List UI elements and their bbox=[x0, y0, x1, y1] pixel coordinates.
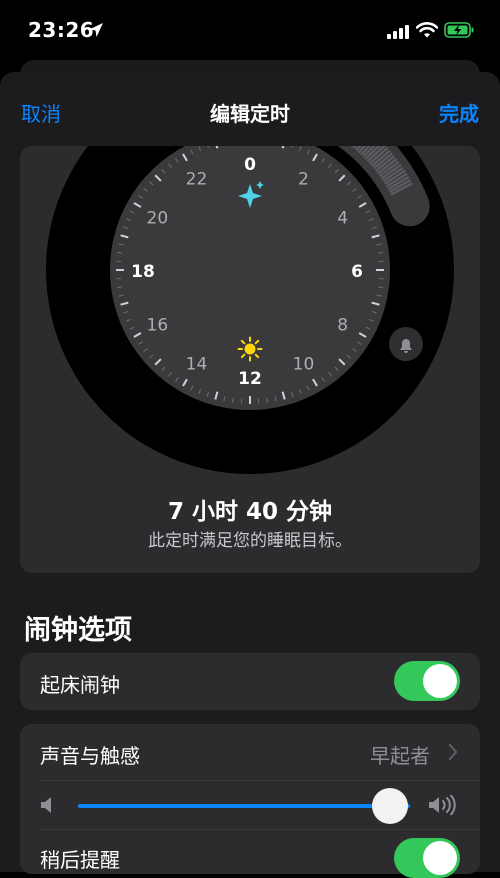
row-separator bbox=[40, 829, 480, 830]
hour-label: 16 bbox=[147, 316, 169, 336]
row-separator bbox=[40, 780, 480, 781]
wifi-icon bbox=[416, 22, 438, 42]
chevron-right-icon[interactable] bbox=[448, 744, 458, 764]
sound-value[interactable]: 早起者 bbox=[370, 740, 430, 769]
sounds-haptics-label: 声音与触感 bbox=[40, 740, 140, 769]
clock-tick bbox=[233, 398, 234, 403]
alarm-options-heading: 闹钟选项 bbox=[24, 608, 132, 647]
clock-tick bbox=[117, 287, 122, 288]
sleep-duration-text: 7 小时 40 分钟 bbox=[20, 492, 480, 526]
hour-label: 22 bbox=[186, 169, 208, 189]
hour-label: 4 bbox=[337, 209, 348, 229]
wake-up-alarm-label: 起床闹钟 bbox=[40, 669, 120, 698]
battery-charging-icon bbox=[444, 22, 474, 42]
clock-tick bbox=[378, 287, 383, 288]
volume-slider-knob[interactable] bbox=[372, 788, 408, 824]
sleep-schedule-card: 0 2 4 6 8 10 12 14 16 18 20 22 7 小时 40 分钟 此定时满足您的睡眠… bbox=[20, 146, 480, 573]
hour-label: 18 bbox=[131, 262, 155, 282]
sheet-title: 编辑定时 bbox=[0, 98, 500, 127]
clock-tick bbox=[378, 253, 383, 254]
hour-label: 14 bbox=[186, 355, 208, 375]
volume-slider[interactable] bbox=[78, 804, 410, 808]
cellular-signal-icon bbox=[387, 24, 409, 43]
snooze-toggle[interactable] bbox=[394, 838, 460, 878]
clock-tick bbox=[267, 398, 268, 403]
sound-settings-card: 声音与触感 早起者 稍后提醒 bbox=[20, 724, 480, 874]
status-time: 23:26 bbox=[28, 18, 94, 42]
hour-label: 10 bbox=[293, 355, 315, 375]
hour-label: 0 bbox=[244, 155, 256, 175]
hour-label: 8 bbox=[337, 316, 348, 336]
sleep-goal-message: 此定时满足您的睡眠目标。 bbox=[20, 526, 480, 551]
volume-low-icon bbox=[40, 796, 56, 818]
location-arrow-icon bbox=[88, 22, 104, 42]
snooze-label: 稍后提醒 bbox=[40, 844, 120, 873]
sleep-clock[interactable]: 0 2 4 6 8 10 12 14 16 18 20 22 bbox=[20, 146, 480, 486]
volume-high-icon bbox=[428, 795, 460, 819]
hour-label: 2 bbox=[298, 169, 309, 189]
hour-label: 12 bbox=[238, 369, 262, 389]
wake-up-alarm-toggle[interactable] bbox=[394, 661, 460, 701]
status-bar: 23:26 bbox=[0, 0, 500, 62]
wake-up-alarm-row: 起床闹钟 bbox=[20, 653, 480, 710]
hour-label: 6 bbox=[351, 262, 363, 282]
wake-sun-icon bbox=[239, 338, 262, 361]
clock-tick bbox=[117, 253, 122, 254]
done-button[interactable]: 完成 bbox=[439, 98, 479, 127]
hour-label: 20 bbox=[147, 209, 169, 229]
